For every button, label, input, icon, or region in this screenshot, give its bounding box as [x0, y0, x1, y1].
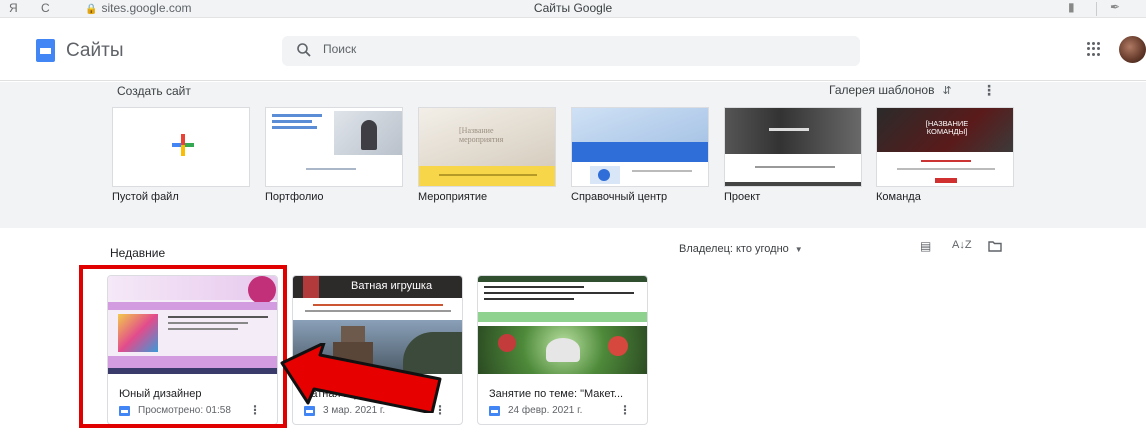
site-meta-text: 24 февр. 2021 г.	[508, 405, 583, 416]
template-gallery-label: Галерея шаблонов	[829, 83, 935, 97]
bookmark-icon[interactable]: ▮	[1068, 0, 1075, 14]
card-thumb-title: Ватная игрушка	[351, 280, 433, 292]
window-title: Сайты Google	[533, 1, 613, 15]
site-icon	[489, 405, 500, 416]
browser-bar: Я C 🔒 sites.google.com Сайты Google ▮ ✒	[0, 0, 1146, 18]
sites-logo-icon[interactable]	[36, 39, 55, 62]
event-thumb-title: [Название мероприятия	[459, 126, 504, 144]
template-label: Команда	[876, 191, 921, 203]
template-gallery: Создать сайт Галерея шаблонов ⇵ ⋮ Пустой …	[0, 82, 1146, 228]
list-view-icon[interactable]: ▤	[920, 239, 934, 253]
template-blank[interactable]: Пустой файл	[112, 107, 250, 203]
template-event[interactable]: [Название мероприятия Мероприятие	[418, 107, 556, 203]
template-thumbnail	[571, 107, 709, 187]
plus-icon	[172, 134, 194, 156]
apps-grid-icon[interactable]	[1087, 42, 1101, 56]
template-label: Проект	[724, 191, 761, 203]
template-portfolio[interactable]: Портфолио	[265, 107, 403, 203]
team-thumb-title: [НАЗВАНИЕ КОМАНДЫ]	[925, 119, 969, 136]
divider	[1096, 2, 1097, 16]
template-label: Мероприятие	[418, 191, 488, 203]
avatar[interactable]	[1119, 36, 1146, 63]
template-label: Пустой файл	[112, 191, 179, 203]
sort-az-icon[interactable]: A↓Z	[952, 239, 972, 253]
site-card[interactable]: Занятие по теме: "Макет... 24 февр. 2021…	[477, 275, 648, 425]
more-vert-icon[interactable]: ⋮	[619, 403, 631, 417]
template-thumbnail	[265, 107, 403, 187]
app-header: Сайты	[0, 18, 1146, 81]
template-label: Справочный центр	[571, 191, 668, 203]
dropdown-caret-icon: ▼	[794, 245, 803, 254]
template-help-center[interactable]: Справочный центр	[571, 107, 709, 203]
owner-filter-label: Владелец: кто угодно	[679, 243, 789, 255]
site-title: Занятие по теме: "Макет...	[489, 388, 624, 400]
template-team[interactable]: [НАЗВАНИЕ КОМАНДЫ] Команда	[876, 107, 1014, 203]
red-arrow-annotation	[280, 343, 442, 413]
app-title[interactable]: Сайты	[66, 40, 123, 62]
search-box[interactable]	[282, 36, 860, 66]
extension-icon[interactable]: ✒	[1110, 0, 1120, 14]
template-thumbnail: [НАЗВАНИЕ КОМАНДЫ]	[876, 107, 1014, 187]
template-thumbnail	[112, 107, 250, 187]
search-icon[interactable]	[296, 42, 312, 58]
recent-heading: Недавние	[110, 246, 166, 260]
template-thumbnail: [Название мероприятия	[418, 107, 556, 187]
site-thumbnail	[478, 276, 647, 374]
site-meta: 24 февр. 2021 г.	[489, 405, 582, 416]
more-vert-icon[interactable]: ⋮	[982, 82, 996, 99]
template-thumbnail	[724, 107, 862, 187]
gallery-heading: Создать сайт	[117, 84, 191, 98]
search-input[interactable]	[323, 42, 723, 56]
owner-filter[interactable]: Владелец: кто угодно ▼	[679, 243, 803, 255]
template-label: Портфолио	[265, 191, 324, 203]
folder-icon[interactable]	[988, 239, 1002, 253]
template-project[interactable]: Проект	[724, 107, 862, 203]
template-gallery-toggle[interactable]: Галерея шаблонов ⇵	[829, 83, 952, 97]
highlight-box	[79, 265, 287, 428]
expand-icon: ⇵	[942, 85, 952, 97]
